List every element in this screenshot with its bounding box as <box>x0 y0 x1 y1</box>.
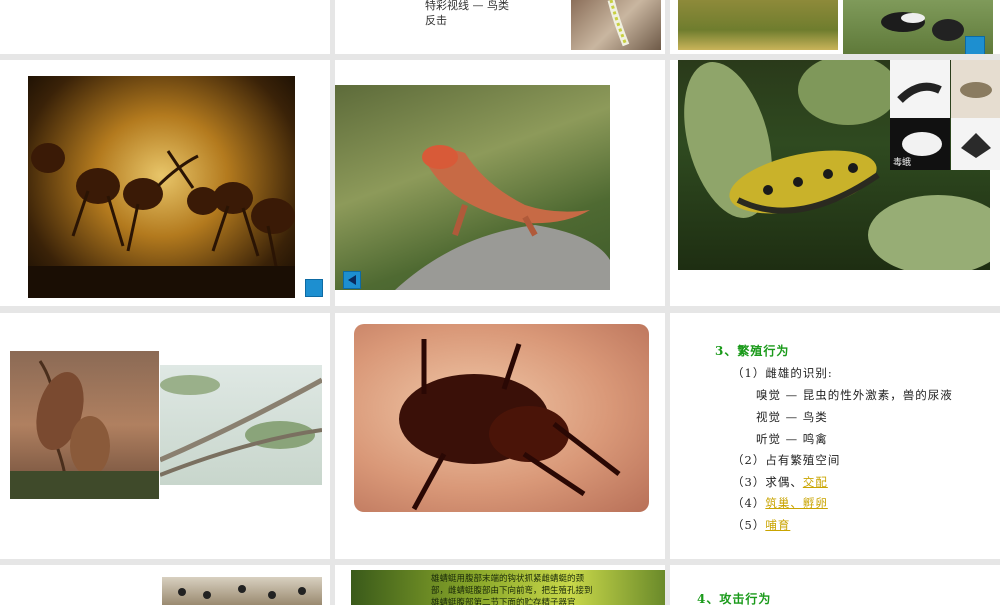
moth-thumbnail-1 <box>890 60 950 118</box>
caterpillar-drawing <box>607 0 630 47</box>
slide-9-line-8-text: （5） <box>732 518 766 532</box>
slide-9-line-5: （2）占有繁殖空间 <box>732 453 841 467</box>
slide-8[interactable] <box>335 313 665 559</box>
slide-10[interactable] <box>0 565 330 605</box>
slide-9-line-3: 视觉 — 鸟类 <box>756 410 828 424</box>
slide-1[interactable] <box>0 0 330 54</box>
slide-9-line-7: （4）筑巢、孵卵 <box>732 495 828 511</box>
caterpillar-photo <box>571 0 661 50</box>
slide-5[interactable] <box>335 60 665 306</box>
moth-thumbnail-4 <box>951 118 1000 170</box>
slide-9-line-6: （3）求偶、交配 <box>732 474 828 490</box>
caterpillar-thumb-drawing <box>897 82 942 103</box>
slide-4[interactable] <box>0 60 330 306</box>
slide-9-line-4: 听觉 — 鸣禽 <box>756 432 828 446</box>
slide-9-line-7-text: （4） <box>732 496 766 510</box>
ants-drawing <box>28 143 295 298</box>
slide-2-text-line-2: 反击 <box>425 14 447 27</box>
slide-6[interactable]: 毒蛾 <box>670 60 1000 306</box>
stick-insect-drawing <box>160 375 322 477</box>
ants-photo <box>28 76 295 298</box>
nest-building-link[interactable]: 筑巢、孵卵 <box>765 496 828 510</box>
nursing-link[interactable]: 哺育 <box>765 518 790 532</box>
slide-11[interactable]: 雄蜻蜓用腹部末端的钩状抓紧雌蜻蜓的颈 部，雌蜻蜓腹部由下向前弯，把生殖孔接到 雄… <box>335 565 665 605</box>
slide-2[interactable]: 特彩视线 — 鸟类 反击 <box>335 0 665 54</box>
slide-9-title: 3、繁殖行为 <box>715 344 790 358</box>
slide-12[interactable]: 4、攻击行为 <box>670 565 1000 605</box>
slide-9-line-6-text: （3）求偶、 <box>732 475 803 489</box>
next-slide-button[interactable] <box>305 279 323 297</box>
marsh-photo <box>678 0 838 50</box>
ant-colony-photo <box>162 577 322 605</box>
moth-caption: 毒蛾 <box>893 158 912 168</box>
moth-thumbnail-2 <box>951 60 1000 118</box>
beetle-drawing <box>399 339 621 511</box>
ant-colony-drawing <box>178 585 306 599</box>
slide-3-top[interactable] <box>670 0 1000 54</box>
slide-9[interactable]: 3、繁殖行为 （1）雌雄的识别: 嗅觉 — 昆虫的性外激素，兽的尿液 视觉 — … <box>670 313 1000 559</box>
dark-moth-drawing <box>961 133 991 158</box>
slide-9-line-2: 嗅觉 — 昆虫的性外激素，兽的尿液 <box>756 388 953 402</box>
stick-insect-photo <box>160 365 322 485</box>
slide-7[interactable] <box>0 313 330 559</box>
moth-thumbnail-3: 毒蛾 <box>890 118 950 170</box>
slide-9-line-8: （5）哺育 <box>732 517 790 533</box>
slide-12-title: 4、攻击行为 <box>697 592 772 605</box>
dragonfly-text-1: 雄蜻蜓用腹部末端的钩状抓紧雌蜻蜓的颈 <box>431 574 585 584</box>
lizard-drawing <box>395 145 610 290</box>
previous-slide-button[interactable] <box>343 271 361 289</box>
leaf-insect-photo <box>10 351 159 499</box>
mating-link[interactable]: 交配 <box>803 475 828 489</box>
slide-9-line-1: （1）雌雄的识别: <box>732 366 833 380</box>
cocoon-thumb-drawing <box>960 82 992 98</box>
beetle-on-hand-photo <box>354 324 649 512</box>
lizard-photo <box>335 85 610 290</box>
leaf-insect-drawing <box>10 360 159 499</box>
dragonfly-text-2: 部，雌蜻蜓腹部由下向前弯，把生殖孔接到 <box>431 586 593 596</box>
next-slide-button[interactable] <box>965 36 985 54</box>
dragonfly-text-3: 雄蜻蜓腹部第二节下面的贮存精子器官 <box>431 598 576 605</box>
